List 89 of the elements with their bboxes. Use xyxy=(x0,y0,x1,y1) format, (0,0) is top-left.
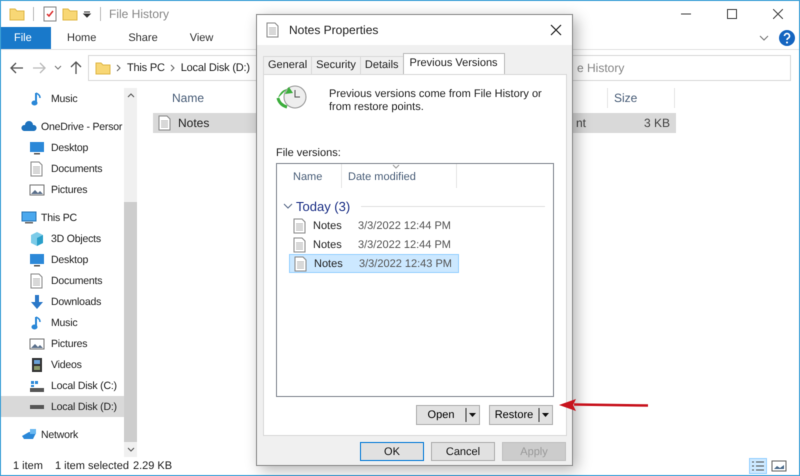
dialog-button[interactable]: Cancel xyxy=(431,442,495,461)
picture-icon xyxy=(29,182,45,198)
file-name: Notes xyxy=(313,220,343,232)
nav-item[interactable]: Pictures xyxy=(1,179,124,200)
nav-item[interactable]: Documents xyxy=(1,158,124,179)
search-field[interactable]: e History xyxy=(571,55,791,81)
maximize-icon[interactable] xyxy=(727,9,737,19)
file-type: nt xyxy=(576,116,588,130)
dialog-title: Notes Properties xyxy=(289,23,380,37)
monitor-icon xyxy=(29,252,45,268)
document-icon xyxy=(265,22,281,38)
film-icon xyxy=(29,356,45,372)
document-icon xyxy=(292,236,308,252)
field-label: File versions: xyxy=(276,147,342,159)
breadcrumb[interactable]: This PC xyxy=(127,62,165,74)
status-text: 1 item xyxy=(13,460,43,472)
cube-icon xyxy=(29,230,45,246)
nav-item[interactable]: Videos xyxy=(1,354,124,375)
file-name: Notes xyxy=(314,258,344,270)
chevron-down-icon[interactable] xyxy=(283,201,293,211)
nav-item[interactable]: Local Disk (D:) xyxy=(1,396,124,417)
chevron-down-icon[interactable] xyxy=(759,34,769,42)
breadcrumb[interactable]: Local Disk (D:) xyxy=(180,62,250,74)
large-icons-view-icon[interactable] xyxy=(771,459,787,473)
scrollbar[interactable] xyxy=(124,88,137,457)
document-icon xyxy=(29,272,45,288)
date-modified: 3/3/2022 12:43 PM xyxy=(359,258,452,270)
file-menu-tab[interactable]: File xyxy=(1,27,51,49)
help-icon[interactable] xyxy=(779,30,795,46)
details-view-icon[interactable] xyxy=(749,458,767,474)
ok-button[interactable]: OK xyxy=(360,442,424,461)
nav-item[interactable]: Desktop xyxy=(1,249,124,270)
versions-list[interactable]: Name Date modified Today (3) Notes 3/3/2022 12:44 PM Notes 3/3/2022 12:44 PM Notes 3/3/2022 12:43 PM xyxy=(276,163,554,397)
document-icon xyxy=(292,218,308,234)
monitor-icon xyxy=(29,140,45,156)
date-modified: 3/3/2022 12:44 PM xyxy=(358,220,451,232)
document-icon xyxy=(29,160,45,176)
file-name: Notes xyxy=(313,238,343,250)
version-row[interactable]: Notes 3/3/2022 12:44 PM xyxy=(289,216,459,235)
ribbon-tab[interactable]: Home xyxy=(51,27,112,49)
download-arrow-icon xyxy=(29,294,45,310)
document-icon xyxy=(293,256,309,272)
checklist-icon[interactable] xyxy=(42,6,58,22)
drive-icon xyxy=(29,404,45,410)
status-text: 1 item selected xyxy=(54,460,129,472)
nav-item[interactable]: OneDrive - Persor xyxy=(1,116,124,137)
chevron-right-icon xyxy=(170,64,176,72)
nav-item[interactable]: Local Disk (C:) xyxy=(1,375,124,396)
sort-caret-icon xyxy=(392,164,400,169)
scroll-down-icon[interactable] xyxy=(126,447,134,453)
ribbon-tab[interactable]: View xyxy=(174,27,230,49)
document-icon xyxy=(157,115,173,131)
nav-item[interactable]: Music xyxy=(1,312,124,333)
file-size: 3 KB xyxy=(644,116,671,130)
nav-item[interactable]: Documents xyxy=(1,270,124,291)
window-title: File History xyxy=(109,7,170,21)
status-text: 2.29 KB xyxy=(132,460,172,472)
file-name: Notes xyxy=(178,116,210,130)
dropdown-icon[interactable] xyxy=(465,406,477,424)
ribbon-tab[interactable]: Share xyxy=(112,27,174,49)
close-icon[interactable] xyxy=(773,9,783,19)
chevron-down-icon[interactable] xyxy=(54,65,62,71)
nav-item[interactable]: Downloads xyxy=(1,291,124,312)
up-arrow-icon[interactable] xyxy=(70,61,82,75)
column-header[interactable]: Date modified xyxy=(342,164,457,188)
version-row[interactable]: Notes 3/3/2022 12:43 PM xyxy=(289,254,459,273)
scroll-thumb[interactable] xyxy=(124,202,137,442)
picture-icon xyxy=(29,336,45,352)
nav-item[interactable]: Pictures xyxy=(1,333,124,354)
nav-item[interactable]: Network xyxy=(1,424,124,445)
date-modified: 3/3/2022 12:44 PM xyxy=(358,238,451,250)
column-header[interactable]: Size xyxy=(607,88,675,108)
version-row[interactable]: Notes 3/3/2022 12:44 PM xyxy=(289,235,459,254)
description-text: Previous versions come from File History or from restore points. xyxy=(329,87,543,114)
monitor-icon xyxy=(21,210,37,226)
folder-icon xyxy=(95,60,111,76)
dropdown-icon[interactable] xyxy=(538,406,550,424)
nav-item[interactable]: Desktop xyxy=(1,137,124,158)
tab[interactable]: General xyxy=(263,56,312,74)
chevron-right-icon xyxy=(116,64,122,72)
close-icon[interactable] xyxy=(550,24,562,36)
back-arrow-icon[interactable] xyxy=(10,62,24,74)
group-header[interactable]: Today (3) xyxy=(296,198,350,214)
tab[interactable]: Previous Versions xyxy=(402,53,505,74)
nav-item[interactable]: 3D Objects xyxy=(1,228,124,249)
nav-item[interactable]: This PC xyxy=(1,207,124,228)
column-header[interactable]: Name xyxy=(283,164,342,188)
scroll-up-icon[interactable] xyxy=(126,92,134,98)
nav-item[interactable]: Music xyxy=(1,88,124,109)
